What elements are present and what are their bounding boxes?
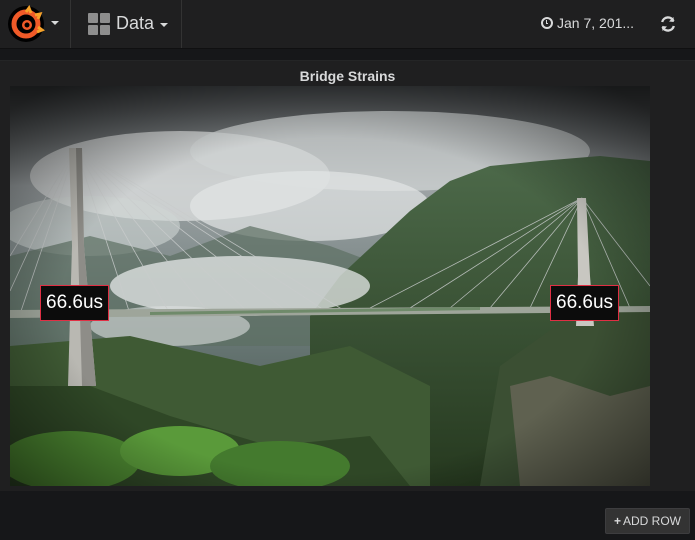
add-row-label: ADD ROW	[623, 514, 681, 528]
caret-down-icon	[51, 21, 59, 25]
time-range-picker[interactable]: Jan 7, 201...	[541, 15, 634, 31]
plus-icon: +	[613, 514, 621, 528]
caret-down-icon	[160, 23, 168, 27]
top-navbar: Data Jan 7, 201...	[0, 0, 695, 49]
dashboard-picker[interactable]: Data	[71, 0, 182, 48]
add-row-button[interactable]: + ADD ROW	[605, 508, 690, 534]
image-panel: Bridge Strains 66.6us 66.6us	[0, 61, 695, 491]
dashboard-grid-icon	[88, 13, 110, 35]
clock-icon	[541, 17, 553, 29]
strain-value-label-left: 66.6us	[40, 285, 110, 321]
bridge-photo: 66.6us 66.6us	[10, 86, 650, 486]
strain-value-label-right: 66.6us	[550, 285, 620, 321]
grafana-logo-icon	[8, 5, 45, 42]
time-range-label: Jan 7, 201...	[557, 15, 635, 31]
panel-title[interactable]: Bridge Strains	[0, 68, 695, 84]
refresh-icon[interactable]	[658, 14, 678, 34]
grafana-logo-menu[interactable]	[0, 0, 71, 48]
dashboard-title: Data	[116, 13, 155, 33]
